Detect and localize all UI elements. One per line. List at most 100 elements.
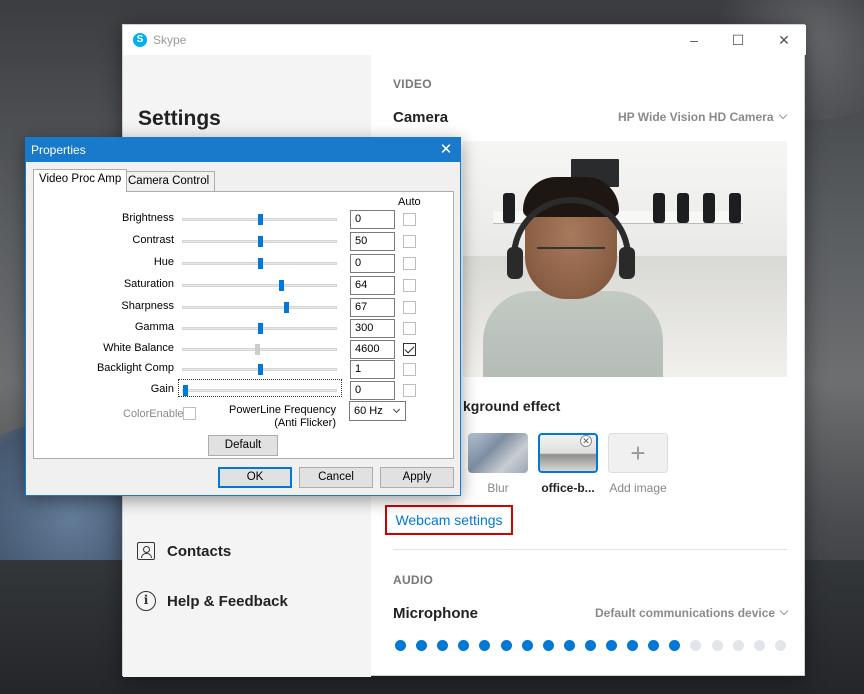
sidebar-item-help-feedback[interactable]: i Help & Feedback: [135, 588, 288, 614]
properties-title: Properties: [31, 143, 86, 157]
property-value-field[interactable]: 0: [350, 381, 395, 400]
auto-checkbox[interactable]: [403, 279, 416, 292]
mic-level-dot: [627, 640, 639, 651]
auto-checkbox[interactable]: [403, 343, 416, 356]
properties-dialog: Properties ✕ Video Proc Amp Camera Contr…: [25, 137, 461, 496]
property-label: Gamma: [134, 321, 174, 333]
gain-focus-rect: [178, 379, 342, 397]
mic-level-dot: [584, 640, 596, 651]
mic-level-dot: [774, 640, 786, 651]
property-value-field[interactable]: 0: [350, 210, 395, 229]
properties-close-button[interactable]: ✕: [436, 140, 456, 160]
auto-checkbox[interactable]: [403, 213, 416, 226]
powerline-label-line1: PowerLine Frequency: [228, 404, 336, 416]
auto-checkbox[interactable]: [403, 235, 416, 248]
color-enable-checkbox[interactable]: [183, 407, 196, 420]
tab-camera-control[interactable]: Camera Control: [122, 171, 216, 191]
powerline-frequency-select[interactable]: 60 Hz: [349, 401, 406, 421]
property-label: White Balance: [103, 342, 174, 354]
camera-dropdown-value: HP Wide Vision HD Camera: [618, 110, 774, 124]
audio-section-label: AUDIO: [393, 573, 434, 587]
property-label: Backlight Comp: [96, 362, 174, 374]
auto-checkbox[interactable]: [403, 301, 416, 314]
thumb-caption-add: Add image: [609, 481, 667, 495]
camera-preview: [463, 141, 787, 377]
mic-level-dot: [500, 640, 512, 651]
thumb-caption-office: office-b...: [541, 481, 595, 495]
mic-level-dot: [711, 640, 723, 651]
property-label: Contrast: [132, 234, 174, 246]
mic-level-dot: [732, 640, 744, 651]
camera-dropdown[interactable]: HP Wide Vision HD Camera: [618, 110, 787, 124]
preview-chair: [653, 193, 665, 223]
webcam-settings-link[interactable]: Webcam settings: [385, 505, 513, 535]
auto-checkbox[interactable]: [403, 322, 416, 335]
mic-level-dot: [648, 640, 660, 651]
slider-thumb[interactable]: [258, 236, 263, 247]
property-slider[interactable]: [182, 236, 337, 247]
property-slider[interactable]: [182, 364, 337, 375]
property-value-field[interactable]: 67: [350, 298, 395, 317]
minimize-button[interactable]: –: [679, 29, 709, 51]
property-value-field[interactable]: 0: [350, 254, 395, 273]
slider-thumb[interactable]: [258, 258, 263, 269]
auto-column-header: Auto: [398, 196, 421, 208]
property-value-field[interactable]: 300: [350, 319, 395, 338]
property-slider[interactable]: [182, 258, 337, 269]
property-slider: [182, 344, 337, 355]
sidebar-item-label: Contacts: [167, 542, 232, 560]
background-effect-label: kground effect: [463, 398, 561, 414]
property-label: Gain: [150, 383, 174, 395]
property-label: Hue: [153, 256, 174, 268]
apply-button[interactable]: Apply: [380, 467, 454, 488]
chevron-down-icon: [392, 405, 401, 414]
color-enable-label: ColorEnable: [123, 408, 184, 420]
section-divider: [393, 549, 787, 550]
maximize-button[interactable]: ☐: [723, 29, 753, 51]
add-image-button[interactable]: +: [608, 433, 668, 473]
property-value-field[interactable]: 64: [350, 276, 395, 295]
property-value-field[interactable]: 1: [350, 360, 395, 379]
property-value-field[interactable]: 4600: [350, 340, 395, 359]
property-slider[interactable]: [182, 302, 337, 313]
slider-thumb[interactable]: [284, 302, 289, 313]
slider-thumb[interactable]: [258, 214, 263, 225]
preview-chair: [677, 193, 689, 223]
mic-level-dot: [416, 640, 428, 651]
slider-thumb[interactable]: [279, 280, 284, 291]
auto-checkbox[interactable]: [403, 363, 416, 376]
preview-earcup: [507, 247, 523, 279]
property-slider[interactable]: [182, 323, 337, 334]
preview-chair: [703, 193, 715, 223]
property-label: Sharpness: [121, 300, 174, 312]
chevron-down-icon: [778, 110, 787, 120]
ok-button[interactable]: OK: [218, 467, 292, 488]
property-label: Brightness: [122, 212, 174, 224]
mic-level-dot: [542, 640, 554, 651]
auto-checkbox[interactable]: [403, 257, 416, 270]
slider-thumb[interactable]: [258, 323, 263, 334]
background-thumb-blur[interactable]: [468, 433, 528, 473]
microphone-label: Microphone: [393, 605, 478, 622]
preview-glasses: [537, 247, 605, 261]
tab-video-proc-amp[interactable]: Video Proc Amp: [33, 169, 128, 192]
auto-checkbox[interactable]: [403, 384, 416, 397]
remove-background-icon[interactable]: ✕: [580, 435, 592, 447]
preview-earcup: [619, 247, 635, 279]
mic-level-dot: [479, 640, 491, 651]
powerline-label: PowerLine Frequency (Anti Flicker): [204, 404, 336, 430]
preview-chair: [503, 193, 515, 223]
property-value-field[interactable]: 50: [350, 232, 395, 251]
property-slider[interactable]: [182, 280, 337, 291]
default-button[interactable]: Default: [208, 435, 278, 456]
property-slider[interactable]: [182, 214, 337, 225]
mic-level-dot: [690, 640, 702, 651]
microphone-dropdown[interactable]: Default communications device: [595, 606, 789, 620]
mic-level-dot: [395, 640, 406, 651]
cancel-button[interactable]: Cancel: [299, 467, 373, 488]
chevron-down-icon: [779, 606, 789, 616]
slider-thumb[interactable]: [258, 364, 263, 375]
camera-label: Camera: [393, 109, 449, 126]
sidebar-item-contacts[interactable]: Contacts: [135, 538, 231, 564]
close-button[interactable]: ✕: [769, 29, 799, 51]
